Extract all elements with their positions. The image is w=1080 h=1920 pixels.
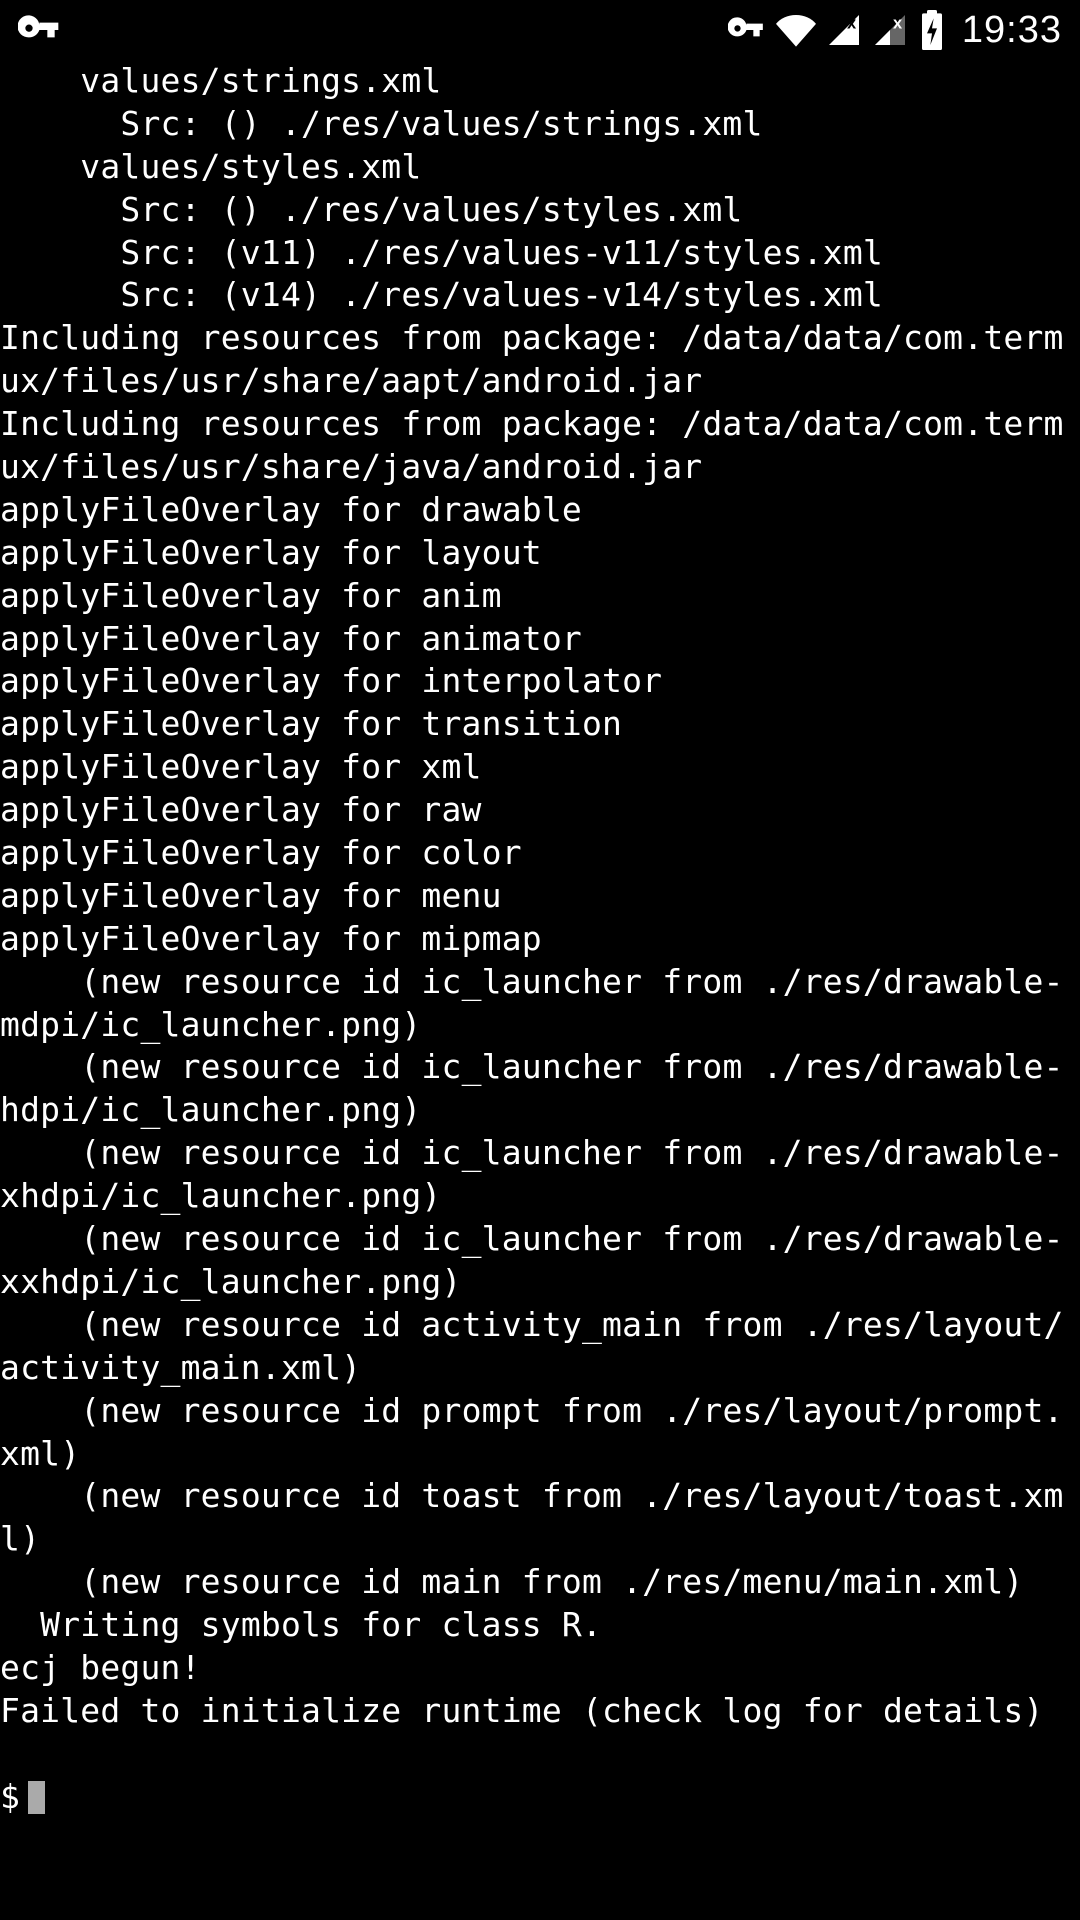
terminal-line: (new resource id activity_main from ./re… [0,1305,1064,1387]
terminal-line: applyFileOverlay for transition [0,704,622,743]
terminal-line: applyFileOverlay for drawable [0,490,582,529]
status-left [18,8,62,52]
terminal-line: (new resource id prompt from ./res/layou… [0,1391,1064,1473]
terminal-line: values/strings.xml [0,61,442,100]
svg-text:x: x [847,15,857,33]
terminal-line: applyFileOverlay for mipmap [0,919,542,958]
terminal-line: Including resources from package: /data/… [0,318,1064,400]
status-bar: x x 19:33 [0,0,1080,60]
terminal-line: ecj begun! [0,1648,201,1687]
terminal-line: Failed to initialize runtime (check log … [0,1691,1044,1730]
terminal-output[interactable]: values/strings.xml Src: () ./res/values/… [0,60,1080,1819]
wifi-icon [776,10,816,50]
terminal-line: Including resources from package: /data/… [0,404,1064,486]
terminal-line: values/styles.xml [0,147,421,186]
terminal-line: Src: (v14) ./res/values-v14/styles.xml [0,275,883,314]
vpn-key-icon-small [728,11,766,49]
terminal-line: applyFileOverlay for anim [0,576,502,615]
cursor [28,1781,45,1814]
terminal-line: (new resource id ic_launcher from ./res/… [0,1133,1064,1215]
terminal-line: applyFileOverlay for menu [0,876,502,915]
terminal-line: (new resource id ic_launcher from ./res/… [0,1047,1064,1129]
terminal-line: Writing symbols for class R. [0,1605,602,1644]
battery-charging-icon [918,10,946,50]
svg-text:x: x [893,15,903,33]
vpn-key-icon [18,8,62,52]
signal-1-icon: x [826,12,862,48]
terminal-line: (new resource id main from ./res/menu/ma… [0,1562,1023,1601]
prompt-symbol: $ [0,1776,20,1819]
terminal-line: applyFileOverlay for layout [0,533,542,572]
clock: 19:33 [962,9,1062,52]
terminal-line: Src: () ./res/values/strings.xml [0,104,763,143]
signal-2-icon: x [872,12,908,48]
terminal-line: applyFileOverlay for animator [0,619,582,658]
terminal-line: (new resource id toast from ./res/layout… [0,1476,1064,1558]
terminal-line: (new resource id ic_launcher from ./res/… [0,1219,1064,1301]
terminal-line: applyFileOverlay for interpolator [0,661,662,700]
terminal-line: applyFileOverlay for raw [0,790,482,829]
terminal-line: applyFileOverlay for xml [0,747,482,786]
prompt-line[interactable]: $ [0,1776,1080,1819]
status-right: x x 19:33 [728,9,1062,52]
terminal-line: applyFileOverlay for color [0,833,522,872]
terminal-line: (new resource id ic_launcher from ./res/… [0,962,1064,1044]
terminal-line: Src: () ./res/values/styles.xml [0,190,743,229]
terminal-line: Src: (v11) ./res/values-v11/styles.xml [0,233,883,272]
